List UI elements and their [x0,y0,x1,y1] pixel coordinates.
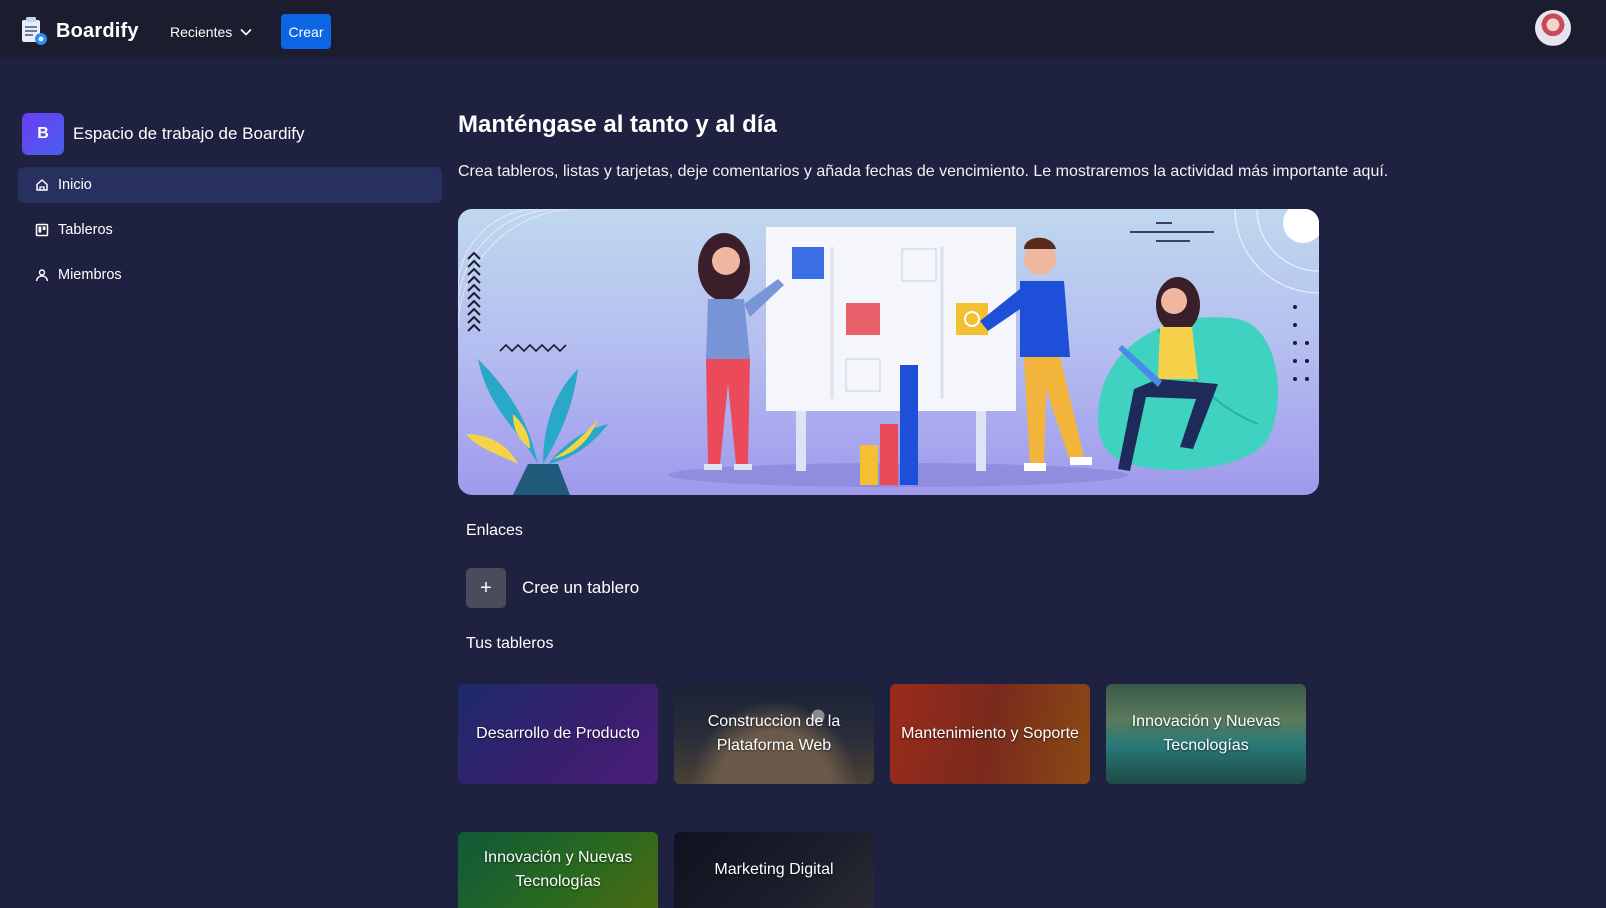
page-title: Manténgase al tanto y al día [458,111,777,138]
workspace-badge: B [22,113,64,155]
boardify-logo-icon [22,17,47,45]
board-card-marketing-digital[interactable]: Marketing Digital [674,832,874,908]
app-name: Boardify [56,19,139,42]
recent-dropdown[interactable]: Recientes [170,20,252,44]
workspace-header: B Espacio de trabajo de Boardify [22,113,305,155]
board-card-desarrollo-de-producto[interactable]: Desarrollo de Producto [458,684,658,784]
sidebar-item-tableros[interactable]: Tableros [18,212,442,248]
board-card-innovacion-nuevas-tecnologias[interactable]: Innovación y Nuevas Tecnologías [1106,684,1306,784]
sidebar-nav: Inicio Tableros Miembros [18,167,442,302]
sidebar-item-inicio[interactable]: Inicio [18,167,442,203]
board-icon [35,223,49,237]
workspace-name: Espacio de trabajo de Boardify [73,124,305,143]
top-navigation-bar: Boardify Recientes Crear [0,0,1606,57]
board-card-construccion-plataforma-web[interactable]: Construccion de la Plataforma Web [674,684,874,784]
app-logo[interactable]: Boardify [20,16,139,46]
recent-label: Recientes [170,24,233,40]
page-subtitle: Crea tableros, listas y tarjetas, deje c… [458,163,1389,180]
board-card-mantenimiento-y-soporte[interactable]: Mantenimiento y Soporte [890,684,1090,784]
sidebar-item-label: Inicio [58,177,92,193]
board-card-innovacion-nuevas-tecnologias-2[interactable]: Innovación y Nuevas Tecnologías [458,832,658,908]
sidebar-item-label: Tableros [58,222,113,238]
plus-icon: + [466,568,506,608]
links-heading: Enlaces [466,522,523,539]
your-boards-heading: Tus tableros [466,635,554,652]
user-avatar[interactable] [1535,10,1571,46]
members-icon [35,269,49,282]
create-board-label: Cree un tablero [522,578,640,597]
chevron-down-icon [240,28,252,36]
home-icon [36,179,48,191]
team-collaboration-illustration [458,209,1319,495]
create-button[interactable]: Crear [281,14,331,49]
create-board-link[interactable]: + Cree un tablero [466,568,639,608]
sidebar-item-miembros[interactable]: Miembros [18,257,442,293]
hero-illustration [458,209,1319,495]
sidebar-item-label: Miembros [58,267,122,283]
